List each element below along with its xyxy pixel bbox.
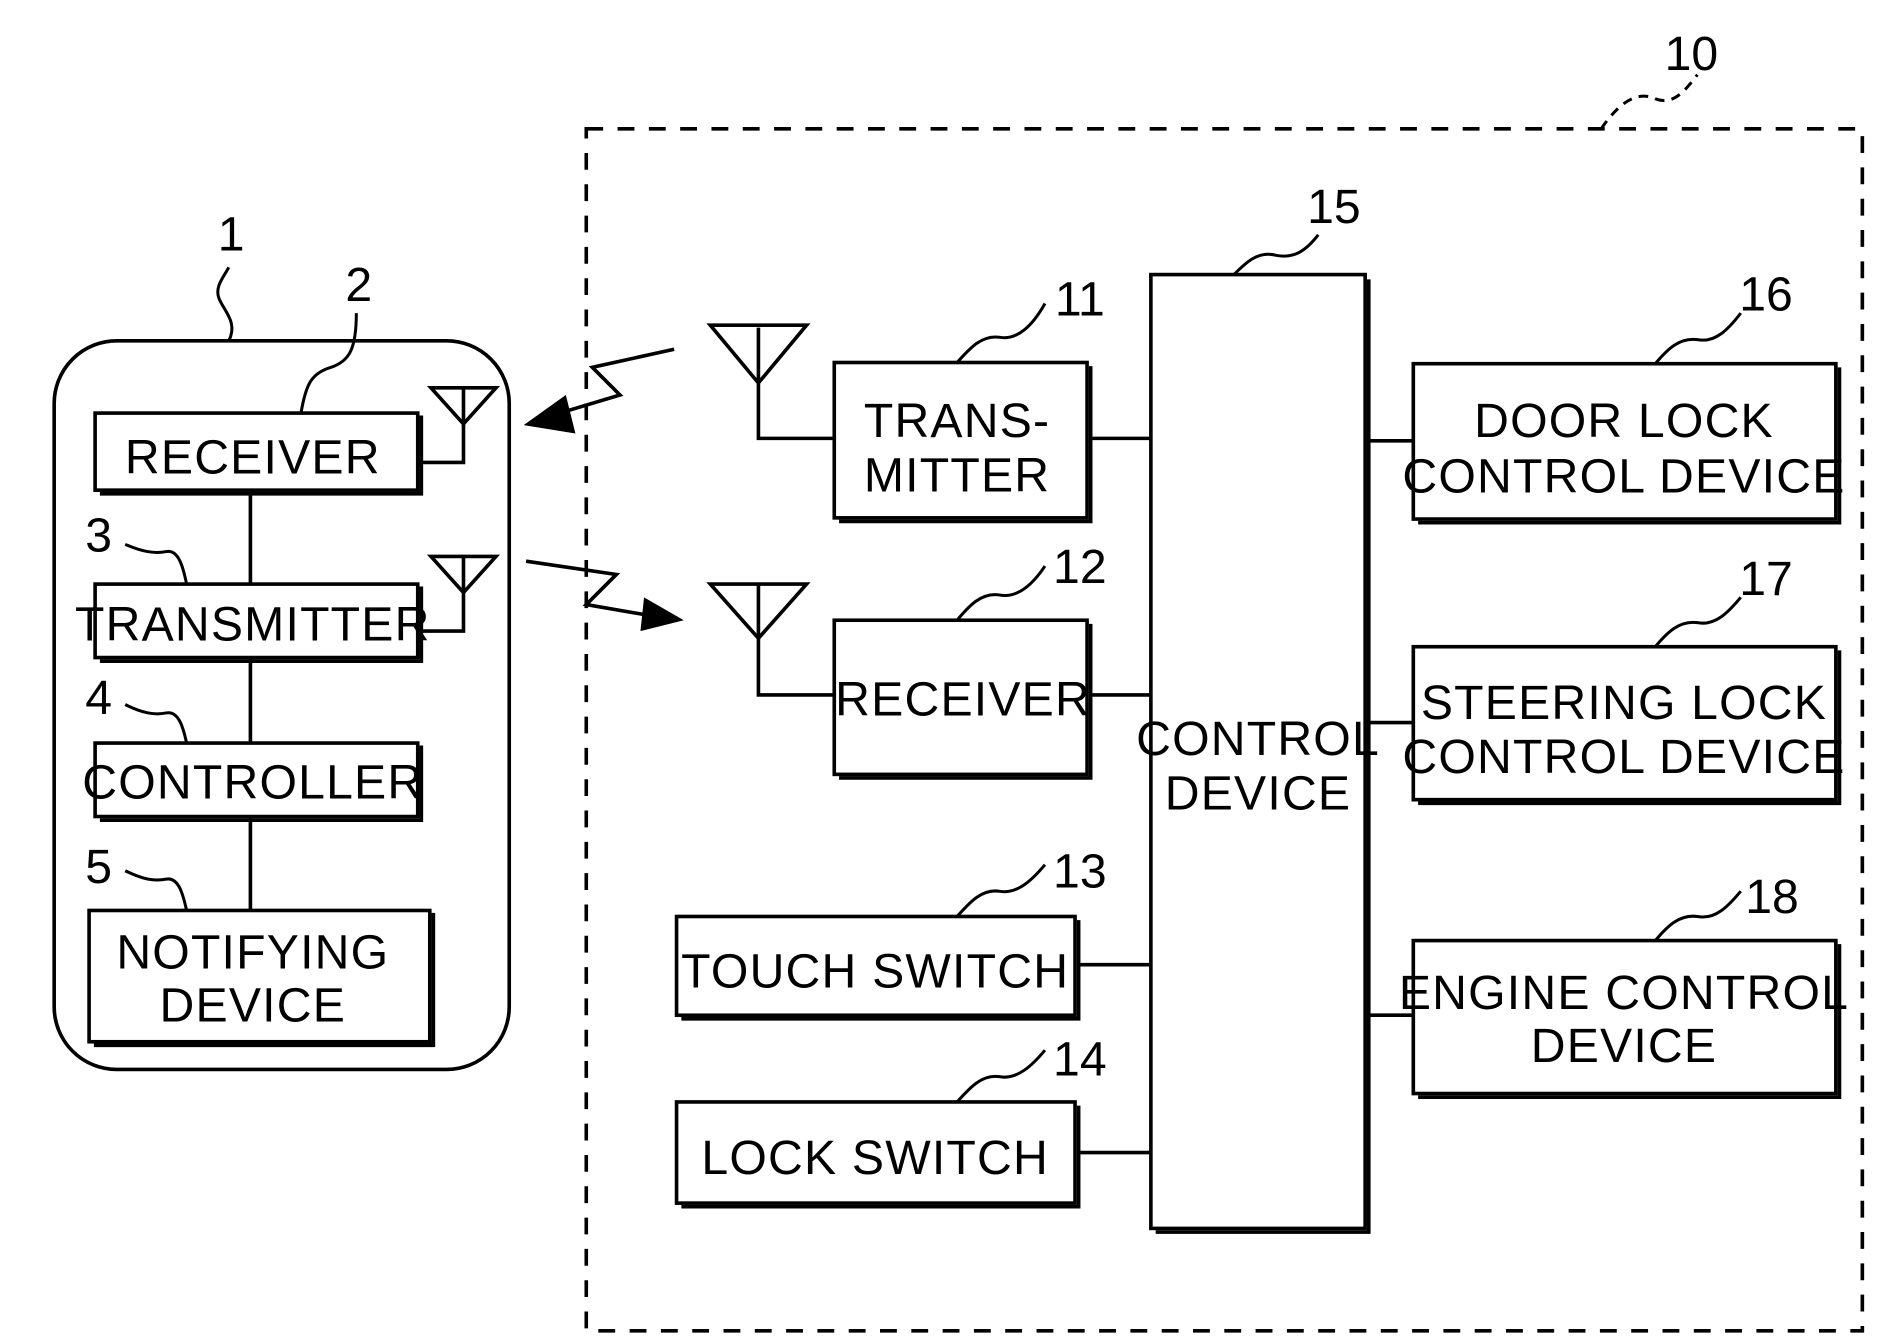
ref-label-5: 5 (85, 840, 112, 894)
controller-block: CONTROLLER (82, 741, 424, 822)
ref-label-18: 18 (1745, 870, 1799, 924)
ref-label-3: 3 (85, 509, 112, 563)
wireless-link-vehicle-to-portable (523, 347, 675, 434)
engine-control-device-block: ENGINE CONTROL DEVICE (1399, 938, 1849, 1099)
ref-leader-10 (1599, 73, 1699, 130)
ref-label-17: 17 (1739, 552, 1793, 606)
portable-receiver-label: RECEIVER (125, 430, 381, 484)
lock-switch-label: LOCK SWITCH (701, 1131, 1049, 1185)
ref-leader-12 (955, 565, 1047, 622)
wireless-link-portable-to-vehicle (525, 559, 684, 632)
controller-label: CONTROLLER (82, 755, 423, 809)
portable-receiver-block: RECEIVER (93, 411, 424, 496)
control-device-block: CONTROL DEVICE (1136, 272, 1380, 1234)
ref-leader-15 (1232, 233, 1320, 276)
lock-switch-block: LOCK SWITCH (674, 1100, 1081, 1209)
touch-switch-label: TOUCH SWITCH (681, 945, 1069, 999)
ref-label-2: 2 (345, 258, 372, 312)
ref-leader-13 (955, 863, 1047, 918)
ref-label-15: 15 (1307, 180, 1361, 234)
ref-label-13: 13 (1053, 845, 1107, 899)
vehicle-receiver-block: RECEIVER (832, 618, 1093, 780)
control-device-label-line1: CONTROL (1136, 712, 1380, 766)
door-lock-label-line2: CONTROL DEVICE (1402, 450, 1845, 504)
ref-leader-14 (955, 1049, 1047, 1103)
vehicle-transmitter-label-line2: MITTER (864, 448, 1050, 502)
notifying-device-label-line1: NOTIFYING (116, 925, 389, 979)
steering-lock-label-line2: CONTROL DEVICE (1402, 730, 1845, 784)
arrow-right-icon (640, 597, 684, 632)
portable-transmitter-label: TRANSMITTER (75, 598, 431, 652)
ref-leader-11 (955, 302, 1047, 364)
engine-control-label-line2: DEVICE (1531, 1019, 1717, 1073)
ref-label-12: 12 (1053, 540, 1107, 594)
ref-label-10: 10 (1665, 27, 1719, 81)
control-device-label-line2: DEVICE (1165, 766, 1351, 820)
portable-transmitter-block: TRANSMITTER (75, 582, 431, 663)
ref-leader-18 (1654, 890, 1742, 942)
steering-lock-label-line1: STEERING LOCK (1421, 676, 1827, 730)
door-lock-control-device-block: DOOR LOCK CONTROL DEVICE (1402, 361, 1845, 525)
door-lock-label-line1: DOOR LOCK (1474, 394, 1774, 448)
ref-label-16: 16 (1739, 268, 1793, 322)
vehicle-transmitter-label-line1: TRANS- (864, 394, 1050, 448)
engine-control-label-line1: ENGINE CONTROL (1399, 966, 1849, 1020)
ref-leader-17 (1654, 596, 1742, 648)
antenna-icon (706, 323, 835, 441)
ref-label-14: 14 (1053, 1032, 1107, 1086)
vehicle-receiver-label: RECEIVER (835, 672, 1091, 726)
ref-label-11: 11 (1055, 273, 1105, 327)
antenna-icon (706, 582, 835, 697)
block-diagram: 10 1 RECEIVER 2 TRANSMITTER 3 CONTROLLER… (52, 27, 1865, 1333)
notifying-device-block: NOTIFYING DEVICE (87, 908, 436, 1048)
ref-leader-1 (216, 266, 234, 342)
touch-switch-block: TOUCH SWITCH (674, 914, 1081, 1021)
ref-label-4: 4 (85, 671, 112, 725)
arrow-left-icon (523, 395, 576, 434)
vehicle-transmitter-block: TRANS- MITTER (832, 360, 1093, 524)
ref-label-1: 1 (218, 207, 245, 261)
ref-leader-16 (1654, 312, 1742, 365)
notifying-device-label-line2: DEVICE (160, 978, 346, 1032)
steering-lock-control-device-block: STEERING LOCK CONTROL DEVICE (1402, 644, 1845, 806)
